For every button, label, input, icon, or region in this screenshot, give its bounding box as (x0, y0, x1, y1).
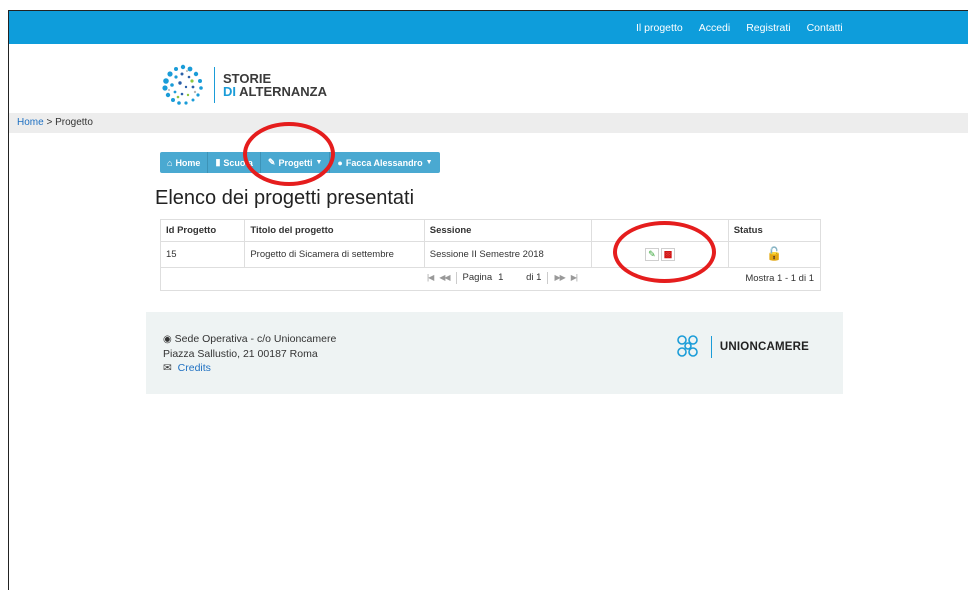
book-icon: ▮ (215, 157, 221, 167)
cell-actions: ✎ ▩ (591, 241, 729, 268)
chevron-down-icon: ▼ (425, 159, 433, 166)
col-header-title[interactable]: Titolo del progetto (244, 220, 425, 242)
nav-link-il-progetto[interactable]: Il progetto (636, 22, 683, 34)
col-header-session[interactable]: Sessione (424, 220, 593, 242)
pager-of-label: di 1 (526, 272, 542, 283)
last-page-icon[interactable]: ▶| (571, 273, 578, 282)
table-pager: |◀ ◀◀ Pagina di 1 ▶▶ ▶| Mostra 1 - 1 di … (161, 268, 820, 290)
unlock-icon: 🔓 (766, 246, 783, 261)
unioncamere-mark-icon (677, 335, 698, 357)
nav-link-contatti[interactable]: Contatti (807, 22, 843, 34)
breadcrumb-bar: Home > Progetto (9, 113, 968, 133)
unioncamere-text: UNIONCAMERE (719, 341, 809, 353)
pencil-icon: ✎ (267, 157, 276, 167)
pdf-icon[interactable]: ▩ (660, 247, 675, 261)
user-icon: ● (337, 157, 343, 168)
footer-address: ◉ Sede Operativa - c/o Unioncamere Piazz… (163, 332, 336, 375)
pager-records-info: Mostra 1 - 1 di 1 (745, 272, 814, 284)
col-header-id[interactable]: Id Progetto (161, 220, 246, 242)
home-icon: ⌂ (167, 157, 173, 168)
unioncamere-logo[interactable]: UNIONCAMERE (673, 334, 809, 360)
next-page-icon[interactable]: ▶▶ (554, 273, 565, 282)
breadcrumb-current: Progetto (55, 117, 93, 128)
menu-item-scuola[interactable]: ▮ Scuola (208, 152, 261, 173)
window-border-left (8, 10, 9, 590)
cell-title: Progetto di Sicamera di settembre (244, 241, 425, 268)
envelope-icon: ✉ (163, 362, 172, 374)
cell-id: 15 (161, 241, 246, 268)
pager-separator (547, 271, 549, 284)
breadcrumb-home-link[interactable]: Home (17, 117, 44, 128)
footer: ◉ Sede Operativa - c/o Unioncamere Piazz… (146, 312, 843, 394)
unioncamere-separator (710, 336, 712, 358)
prev-page-icon[interactable]: ◀◀ (439, 273, 450, 282)
first-page-icon[interactable]: |◀ (427, 273, 434, 282)
dots-circle-logo-icon (162, 64, 203, 105)
menu-item-scuola-label: Scuola (223, 157, 253, 168)
logo-wordmark: STORIE DI ALTERNANZA (223, 72, 327, 98)
map-marker-icon: ◉ (163, 334, 172, 345)
cell-session: Sessione II Semestre 2018 (424, 241, 593, 268)
footer-address-line1: Sede Operativa - c/o Unioncamere (174, 333, 337, 345)
pager-page-input[interactable] (498, 272, 521, 283)
pager-controls: |◀ ◀◀ Pagina di 1 ▶▶ ▶| (427, 271, 578, 284)
menu-item-user[interactable]: ● Facca Alessandro ▼ (330, 152, 439, 173)
credits-link[interactable]: Credits (178, 362, 211, 374)
breadcrumb: Home > Progetto (17, 117, 93, 128)
nav-link-registrati[interactable]: Registrati (746, 22, 790, 34)
menu-item-progetti[interactable]: ✎ Progetti ▼ (261, 152, 331, 173)
top-navbar: Il progetto Accedi Registrati Contatti (9, 11, 968, 44)
table-row[interactable]: 15 Progetto di Sicamera di settembre Ses… (161, 241, 820, 268)
logo-line2: DI ALTERNANZA (223, 85, 327, 98)
pager-page-label: Pagina (462, 272, 493, 283)
main-menu: ⌂ Home ▮ Scuola ✎ Progetti ▼ ● Facca Ale… (160, 152, 440, 173)
menu-item-progetti-label: Progetti (278, 157, 313, 168)
logo-di: DI (223, 84, 236, 99)
chevron-down-icon: ▼ (315, 159, 323, 166)
nav-link-accedi[interactable]: Accedi (699, 22, 731, 34)
top-nav-links: Il progetto Accedi Registrati Contatti (636, 11, 843, 44)
pager-separator (455, 271, 457, 284)
logo-alternanza: ALTERNANZA (239, 84, 327, 99)
footer-address-line2: Piazza Sallustio, 21 00187 Roma (163, 348, 318, 360)
col-header-status[interactable]: Status (728, 220, 820, 242)
cell-status: 🔓 (728, 241, 820, 268)
menu-item-user-label: Facca Alessandro (345, 157, 423, 168)
logo-separator (214, 67, 215, 103)
menu-item-home[interactable]: ⌂ Home (160, 152, 209, 173)
col-header-actions (591, 220, 729, 242)
projects-table: Id Progetto Titolo del progetto Sessione… (160, 219, 821, 291)
edit-icon[interactable]: ✎ (644, 247, 659, 261)
table-header-row: Id Progetto Titolo del progetto Sessione… (161, 220, 820, 242)
menu-item-home-label: Home (175, 157, 201, 168)
breadcrumb-separator: > (46, 117, 53, 128)
site-logo[interactable]: STORIE DI ALTERNANZA (160, 63, 327, 107)
page-title: Elenco dei progetti presentati (155, 187, 415, 209)
